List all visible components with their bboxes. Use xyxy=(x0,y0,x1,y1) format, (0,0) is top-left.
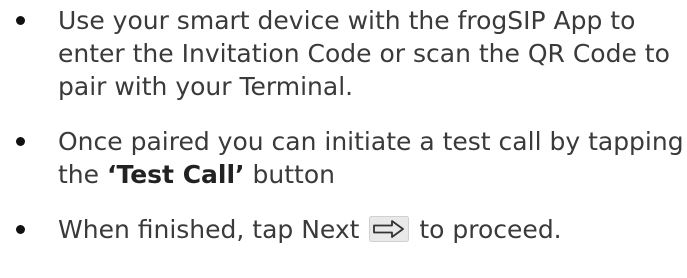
instruction-text: When finished, tap Next xyxy=(58,215,368,244)
bullet-icon xyxy=(16,137,25,146)
next-arrow-icon xyxy=(369,216,410,250)
test-call-label: ‘Test Call’ xyxy=(106,160,245,189)
instruction-text: Use your smart device with the frogSIP A… xyxy=(58,6,670,101)
instruction-text: button xyxy=(244,160,335,189)
bullet-icon xyxy=(16,225,25,234)
instruction-list: Use your smart device with the frogSIP A… xyxy=(0,4,687,277)
instruction-text: to proceed. xyxy=(411,215,562,244)
instruction-item-next: When finished, tap Next to proceed. xyxy=(0,213,687,250)
bullet-icon xyxy=(16,16,25,25)
instruction-item-test-call: Once paired you can initiate a test call… xyxy=(0,125,687,191)
instruction-item-pair: Use your smart device with the frogSIP A… xyxy=(0,4,687,103)
